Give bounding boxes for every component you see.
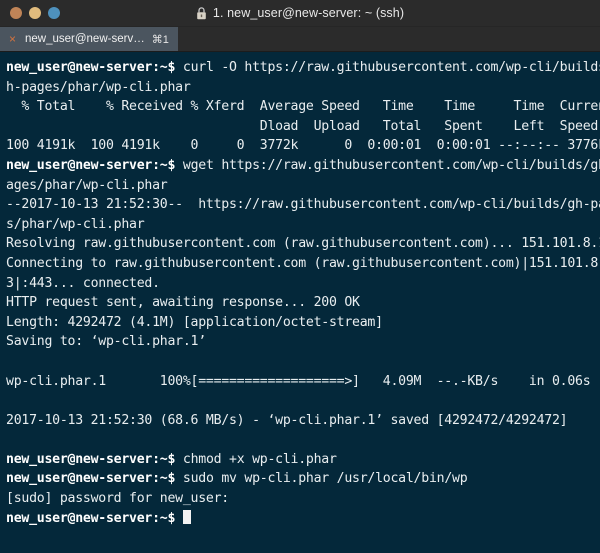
terminal-command-line: new_user@new-server:~$ chmod +x wp-cli.p… <box>6 450 596 470</box>
command-text: sudo mv wp-cli.phar /usr/local/bin/wp <box>182 471 468 487</box>
terminal-output-line: ages/phar/wp-cli.phar <box>6 176 596 196</box>
terminal-output-line <box>6 430 596 450</box>
terminal-output-line: s/phar/wp-cli.phar <box>6 215 596 235</box>
lock-icon <box>196 6 207 20</box>
output-text: Length: 4292472 (4.1M) [application/octe… <box>6 314 383 330</box>
tab-label: new_user@new-serv… <box>25 33 145 45</box>
terminal-output-area[interactable]: new_user@new-server:~$ curl -O https://r… <box>0 52 600 553</box>
terminal-line-list: new_user@new-server:~$ curl -O https://r… <box>6 58 600 529</box>
close-icon[interactable]: × <box>7 33 18 45</box>
zoom-window-button[interactable] <box>48 7 60 19</box>
window-title-group: 1. new_user@new-server: ~ (ssh) <box>0 0 600 26</box>
terminal-command-line: new_user@new-server:~$ sudo mv wp-cli.ph… <box>6 469 596 489</box>
shell-prompt: new_user@new-server:~$ <box>6 157 183 173</box>
minimize-window-button[interactable] <box>29 7 41 19</box>
terminal-output-line: [sudo] password for new_user: <box>6 489 596 509</box>
output-text: % Total % Received % Xferd Average Speed… <box>6 99 600 115</box>
terminal-output-line: 2017-10-13 21:52:30 (68.6 MB/s) - ‘wp-cl… <box>6 411 596 431</box>
terminal-output-line <box>6 352 596 372</box>
terminal-output-line: Dload Upload Total Spent Left Speed <box>6 117 599 137</box>
terminal-output-line: --2017-10-13 21:52:30-- https://raw.gith… <box>6 195 600 215</box>
terminal-command-line: new_user@new-server:~$ curl -O https://r… <box>6 58 600 78</box>
output-text: Connecting to raw.githubusercontent.com … <box>6 255 600 271</box>
output-text: HTTP request sent, awaiting response... … <box>6 295 360 311</box>
output-text: --2017-10-13 21:52:30-- https://raw.gith… <box>6 197 600 213</box>
output-text: Dload Upload Total Spent Left Speed <box>6 118 599 134</box>
output-text: s/phar/wp-cli.phar <box>6 216 145 232</box>
close-window-button[interactable] <box>10 7 22 19</box>
output-text: [sudo] password for new_user: <box>6 491 229 507</box>
traffic-light-group <box>0 7 60 19</box>
terminal-output-line <box>6 391 596 411</box>
terminal-command-line: new_user@new-server:~$ <box>6 509 596 529</box>
output-text: ages/phar/wp-cli.phar <box>6 177 168 193</box>
terminal-output-line: % Total % Received % Xferd Average Speed… <box>6 97 600 117</box>
command-text: chmod +x wp-cli.phar <box>182 451 337 467</box>
window-titlebar[interactable]: 1. new_user@new-server: ~ (ssh) <box>0 0 600 27</box>
output-text: 2017-10-13 21:52:30 (68.6 MB/s) - ‘wp-cl… <box>6 412 568 428</box>
tab-session-1[interactable]: × new_user@new-serv… ⌘1 <box>0 27 178 51</box>
text-cursor <box>182 509 191 524</box>
tab-bar: × new_user@new-serv… ⌘1 <box>0 27 600 52</box>
shell-prompt: new_user@new-server:~$ <box>6 451 183 467</box>
terminal-window: 1. new_user@new-server: ~ (ssh) × new_us… <box>0 0 600 553</box>
terminal-output-line: Resolving raw.githubusercontent.com (raw… <box>6 234 600 254</box>
terminal-output-line: Saving to: ‘wp-cli.phar.1’ <box>6 332 596 352</box>
terminal-output-line: 100 4191k 100 4191k 0 0 3772k 0 0:00:01 … <box>6 136 600 156</box>
shell-prompt: new_user@new-server:~$ <box>6 510 183 526</box>
terminal-command-line: new_user@new-server:~$ wget https://raw.… <box>6 156 600 176</box>
terminal-output-line: 3|:443... connected. <box>6 274 596 294</box>
terminal-output-line: HTTP request sent, awaiting response... … <box>6 293 596 313</box>
output-text: 3|:443... connected. <box>6 275 160 291</box>
terminal-output-line: h-pages/phar/wp-cli.phar <box>6 78 596 98</box>
terminal-output-line: wp-cli.phar.1 100%[===================>]… <box>6 372 596 392</box>
shell-prompt: new_user@new-server:~$ <box>6 60 183 75</box>
terminal-output-line: Connecting to raw.githubusercontent.com … <box>6 254 600 274</box>
output-text: Saving to: ‘wp-cli.phar.1’ <box>6 334 206 350</box>
output-text: h-pages/phar/wp-cli.phar <box>6 79 191 95</box>
output-text: wp-cli.phar.1 100%[===================>]… <box>6 373 591 389</box>
terminal-output-line: Length: 4292472 (4.1M) [application/octe… <box>6 313 596 333</box>
output-text: Resolving raw.githubusercontent.com (raw… <box>6 236 600 252</box>
command-text: wget https://raw.githubusercontent.com/w… <box>182 157 600 173</box>
tab-shortcut-label: ⌘1 <box>151 33 169 46</box>
command-text: curl -O https://raw.githubusercontent.co… <box>182 60 600 75</box>
window-title: 1. new_user@new-server: ~ (ssh) <box>212 6 405 20</box>
output-text: 100 4191k 100 4191k 0 0 3772k 0 0:00:01 … <box>6 138 600 154</box>
shell-prompt: new_user@new-server:~$ <box>6 471 183 487</box>
